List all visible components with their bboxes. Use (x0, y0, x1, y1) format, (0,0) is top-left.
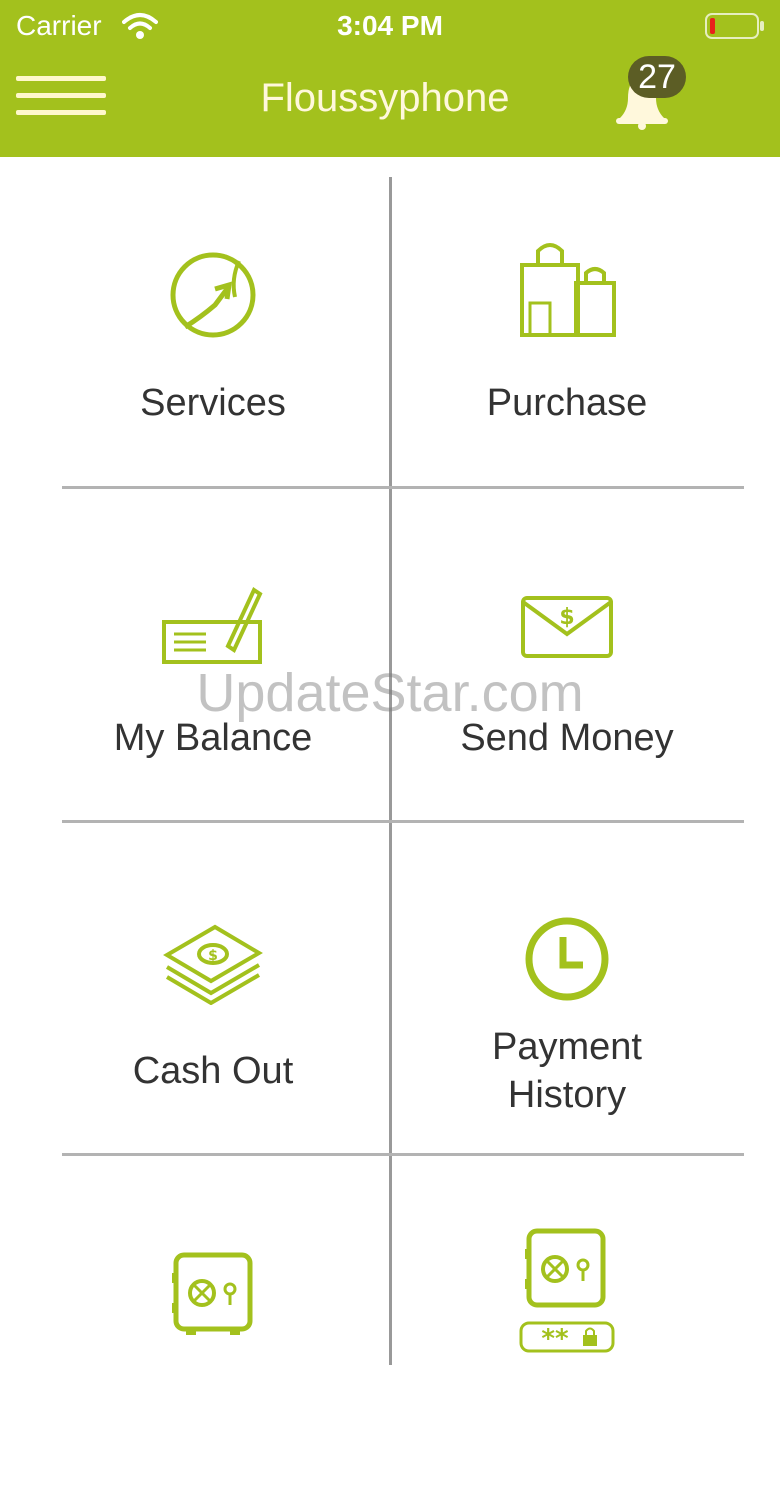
cash-stack-icon: $ (163, 924, 263, 1005)
services-tile[interactable]: Services (48, 197, 378, 497)
services-label: Services (140, 382, 286, 424)
money-envelope-icon: $ (521, 596, 613, 658)
svg-text:$: $ (559, 605, 574, 630)
cash-out-tile[interactable]: $ Cash Out (48, 863, 378, 1163)
grid-divider-vertical (389, 177, 392, 1365)
safe-password-tile[interactable]: ** (402, 1197, 732, 1497)
payment-history-tile[interactable]: Payment History (402, 863, 732, 1163)
app-header: Carrier 3:04 PM Floussyphone 27 (0, 0, 780, 157)
purchase-tile[interactable]: Purchase (402, 197, 732, 497)
menu-grid: Services Purchase My Balance $ Send Mone… (0, 157, 780, 1387)
payment-history-label-line2: History (507, 1074, 627, 1116)
check-pen-icon (162, 587, 263, 664)
safe-icon (172, 1252, 253, 1335)
payment-history-label: Payment History (402, 1023, 732, 1119)
cash-out-label: Cash Out (132, 1050, 294, 1092)
clock-icon (525, 917, 609, 1001)
purchase-label: Purchase (486, 382, 648, 424)
shopping-bags-icon (520, 243, 616, 337)
safe-tile[interactable] (48, 1197, 378, 1497)
send-money-tile[interactable]: $ Send Money (402, 530, 732, 830)
notification-badge: 27 (628, 56, 686, 98)
battery-icon (705, 13, 764, 39)
services-icon (170, 252, 256, 338)
svg-text:$: $ (208, 948, 218, 964)
safe-password-icon: ** (519, 1228, 615, 1354)
my-balance-label: My Balance (113, 717, 313, 759)
my-balance-tile[interactable]: My Balance (48, 530, 378, 830)
payment-history-label-line1: Payment (492, 1026, 642, 1068)
svg-text:**: ** (541, 1324, 569, 1354)
send-money-label: Send Money (460, 717, 674, 759)
status-time: 3:04 PM (337, 10, 443, 41)
